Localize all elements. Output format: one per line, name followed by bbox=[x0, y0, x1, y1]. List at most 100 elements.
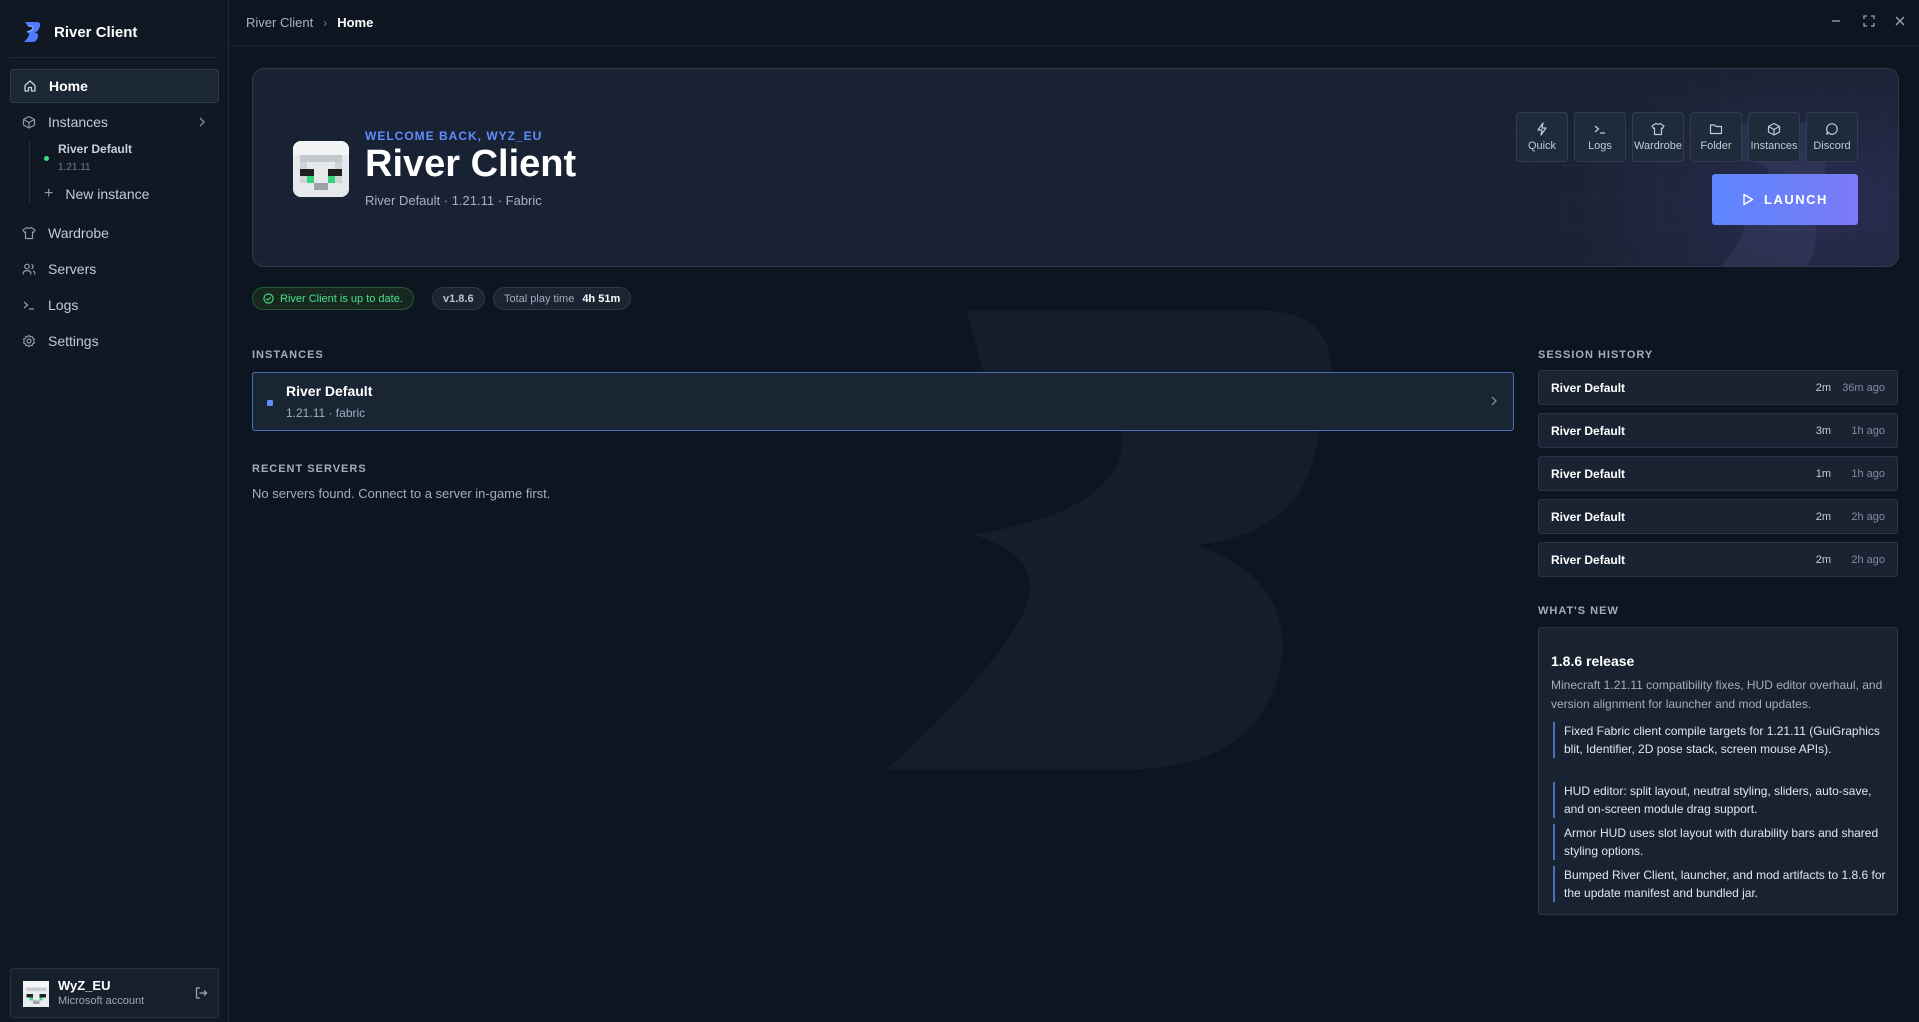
instance-card[interactable]: River Default 1.21.11 · fabric bbox=[252, 372, 1514, 431]
quick-action-label: Discord bbox=[1813, 140, 1851, 152]
changelog-item: HUD editor: split layout, neutral stylin… bbox=[1553, 782, 1888, 818]
instance-version: 1.21.11 bbox=[58, 162, 91, 173]
sidebar-item-settings[interactable]: Settings bbox=[10, 324, 219, 358]
changelog-item: Bumped River Client, launcher, and mod a… bbox=[1553, 866, 1888, 902]
quick-button[interactable]: Quick bbox=[1516, 112, 1568, 162]
breadcrumb: River Client › Home bbox=[246, 15, 373, 30]
chevron-right-icon: › bbox=[323, 15, 328, 30]
servers-icon bbox=[22, 262, 36, 276]
home-icon bbox=[23, 79, 37, 93]
session-ago: 2h ago bbox=[1851, 511, 1885, 523]
brand[interactable]: River Client bbox=[22, 20, 137, 44]
hero-card: WELCOME BACK, WYZ_EU River Client River … bbox=[252, 68, 1899, 267]
new-instance-label: New instance bbox=[65, 186, 150, 202]
logout-icon[interactable] bbox=[194, 986, 208, 1000]
app-name: River Client bbox=[54, 23, 138, 41]
maximize-icon[interactable] bbox=[1862, 14, 1876, 28]
sidebar-item-servers[interactable]: Servers bbox=[10, 252, 219, 286]
session-duration: 2m bbox=[1815, 382, 1831, 394]
session-ago: 1h ago bbox=[1851, 425, 1885, 437]
session-instance: River Default bbox=[1551, 510, 1626, 524]
launch-label: LAUNCH bbox=[1764, 192, 1828, 207]
session-row: River Default 2m 2h ago bbox=[1538, 542, 1898, 577]
plus-icon: + bbox=[44, 185, 54, 202]
logs-icon bbox=[1593, 122, 1607, 136]
session-duration: 3m bbox=[1815, 425, 1831, 437]
quick-action-label: Logs bbox=[1588, 140, 1612, 152]
session-duration: 2m bbox=[1815, 554, 1831, 566]
instances-button[interactable]: Instances bbox=[1748, 112, 1800, 162]
account-panel[interactable]: WyZ_EU Microsoft account bbox=[10, 968, 219, 1018]
instance-meta: 1.21.11 · fabric bbox=[286, 406, 366, 420]
play-time-badge: Total play time 4h 51m bbox=[493, 287, 632, 310]
hero-subtitle: River Default · 1.21.11 · Fabric bbox=[365, 193, 542, 208]
update-status-badge: River Client is up to date. bbox=[252, 287, 414, 310]
hero-title: River Client bbox=[365, 143, 577, 185]
river-logo-icon bbox=[24, 22, 41, 42]
session-instance: River Default bbox=[1551, 467, 1626, 481]
account-type: Microsoft account bbox=[58, 995, 145, 1007]
play-time-value: 4h 51m bbox=[582, 292, 621, 305]
sidebar-item-label: Servers bbox=[48, 261, 97, 277]
changelog-item: Armor HUD uses slot layout with durabili… bbox=[1553, 824, 1888, 860]
session-duration: 2m bbox=[1815, 511, 1831, 523]
wardrobe-icon bbox=[1651, 122, 1665, 136]
sidebar-item-wardrobe[interactable]: Wardrobe bbox=[10, 216, 219, 250]
session-row: River Default 1m 1h ago bbox=[1538, 456, 1898, 491]
wardrobe-button[interactable]: Wardrobe bbox=[1632, 112, 1684, 162]
session-history-title: SESSION HISTORY bbox=[1538, 349, 1654, 361]
whats-new-title: WHAT'S NEW bbox=[1538, 605, 1619, 617]
session-row: River Default 2m 2h ago bbox=[1538, 499, 1898, 534]
wardrobe-icon bbox=[22, 226, 36, 240]
chevron-right-icon bbox=[1489, 395, 1499, 410]
launch-button[interactable]: LAUNCH bbox=[1712, 174, 1858, 225]
release-description: Minecraft 1.21.11 compatibility fixes, H… bbox=[1551, 678, 1883, 711]
session-ago: 2h ago bbox=[1851, 554, 1885, 566]
breadcrumb-root[interactable]: River Client bbox=[246, 15, 313, 30]
session-instance: River Default bbox=[1551, 553, 1626, 567]
session-instance: River Default bbox=[1551, 381, 1626, 395]
instances-icon bbox=[22, 115, 36, 129]
settings-icon bbox=[22, 334, 36, 348]
sidebar-item-home[interactable]: Home bbox=[10, 69, 219, 103]
close-icon[interactable] bbox=[1893, 14, 1907, 28]
session-row: River Default 2m 36m ago bbox=[1538, 370, 1898, 405]
instances-section-title: INSTANCES bbox=[252, 349, 324, 361]
servers-section-title: RECENT SERVERS bbox=[252, 463, 367, 475]
play-time-label: Total play time bbox=[504, 292, 575, 305]
sidebar-divider bbox=[10, 57, 218, 58]
new-instance-button[interactable]: + New instance bbox=[44, 185, 150, 203]
discord-button[interactable]: Discord bbox=[1806, 112, 1858, 162]
session-row: River Default 3m 1h ago bbox=[1538, 413, 1898, 448]
chevron-right-icon[interactable] bbox=[197, 115, 207, 131]
minimize-icon[interactable] bbox=[1829, 14, 1843, 28]
session-instance: River Default bbox=[1551, 424, 1626, 438]
sidebar-item-label: Home bbox=[49, 78, 88, 94]
instance-name: River Default bbox=[58, 142, 133, 156]
avatar bbox=[23, 981, 49, 1007]
changelog-item: Fixed Fabric client compile targets for … bbox=[1553, 722, 1888, 758]
release-title: 1.8.6 release bbox=[1551, 653, 1635, 669]
instance-status-indicator bbox=[267, 400, 273, 406]
logs-button[interactable]: Logs bbox=[1574, 112, 1626, 162]
session-ago: 36m ago bbox=[1842, 382, 1885, 394]
discord-icon bbox=[1825, 122, 1839, 136]
sidebar-item-label: Settings bbox=[48, 333, 99, 349]
sidebar-item-logs[interactable]: Logs bbox=[10, 288, 219, 322]
top-bar: River Client › Home bbox=[230, 0, 1919, 46]
quick-action-label: Quick bbox=[1527, 140, 1557, 152]
version-text: v1.8.6 bbox=[443, 292, 474, 305]
sidebar-item-label: Logs bbox=[48, 297, 79, 313]
check-circle-icon bbox=[263, 293, 274, 304]
servers-empty-message: No servers found. Connect to a server in… bbox=[252, 486, 551, 501]
instances-icon bbox=[1767, 122, 1781, 136]
sidebar-item-label: Wardrobe bbox=[48, 225, 109, 241]
play-icon bbox=[1743, 193, 1754, 206]
sidebar-item-instances[interactable]: Instances bbox=[10, 105, 219, 139]
quick-action-label: Wardrobe bbox=[1634, 140, 1682, 152]
sidebar-item-label: Instances bbox=[48, 114, 108, 130]
session-duration: 1m bbox=[1815, 468, 1831, 480]
running-status-dot bbox=[44, 156, 49, 161]
account-name: WyZ_EU bbox=[58, 978, 111, 993]
folder-button[interactable]: Folder bbox=[1690, 112, 1742, 162]
